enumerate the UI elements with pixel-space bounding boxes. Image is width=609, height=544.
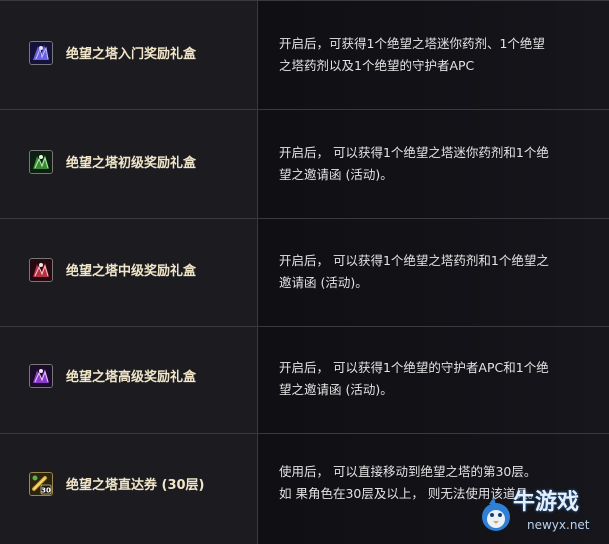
table-row: 绝望之塔入门奖励礼盒 开启后，可获得1个绝望之塔迷你药剂、1个绝望 之塔药剂以及… — [0, 1, 609, 110]
table-row: 绝望之塔高级奖励礼盒 开启后， 可以获得1个绝望的守护者APC和1个绝 望之邀请… — [0, 327, 609, 434]
item-description: 开启后， 可以获得1个绝望之塔药剂和1个绝望之 邀请函 (活动)。 — [279, 250, 595, 294]
item-name: 绝望之塔初级奖励礼盒 — [66, 156, 197, 171]
description-line: 开启后，可获得1个绝望之塔迷你药剂、1个绝望 — [279, 36, 545, 51]
description-cell: 开启后， 可以获得1个绝望的守护者APC和1个绝 望之邀请函 (活动)。 — [258, 327, 609, 433]
item-name: 绝望之塔高级奖励礼盒 — [66, 370, 197, 385]
ticket-floor-label: 30 — [41, 487, 51, 495]
reward-table: 绝望之塔入门奖励礼盒 开启后，可获得1个绝望之塔迷你药剂、1个绝望 之塔药剂以及… — [0, 0, 609, 544]
item-cell: 30 绝望之塔直达券 (30层) — [0, 434, 258, 544]
description-line: 开启后， 可以获得1个绝望之塔迷你药剂和1个绝 — [279, 145, 549, 160]
site-watermark: 牛游戏 newyx.net — [479, 489, 603, 539]
violet-gift-box-icon — [29, 364, 53, 388]
watermark-title: 牛游戏 — [513, 490, 580, 515]
description-cell: 开启后， 可以获得1个绝望之塔药剂和1个绝望之 邀请函 (活动)。 — [258, 219, 609, 326]
description-line: 开启后， 可以获得1个绝望之塔药剂和1个绝望之 — [279, 253, 549, 268]
item-name: 绝望之塔入门奖励礼盒 — [66, 47, 197, 62]
item-description: 开启后，可获得1个绝望之塔迷你药剂、1个绝望 之塔药剂以及1个绝望的守护者APC — [279, 33, 595, 77]
item-cell: 绝望之塔中级奖励礼盒 — [0, 219, 258, 326]
description-line: 之塔药剂以及1个绝望的守护者APC — [279, 58, 475, 73]
item-description: 开启后， 可以获得1个绝望之塔迷你药剂和1个绝 望之邀请函 (活动)。 — [279, 142, 595, 186]
description-line: 望之邀请函 (活动)。 — [279, 167, 393, 182]
green-gift-box-icon — [29, 150, 53, 174]
item-cell: 绝望之塔高级奖励礼盒 — [0, 327, 258, 433]
floor-ticket-30-icon: 30 — [29, 472, 53, 496]
description-line: 邀请函 (活动)。 — [279, 275, 368, 290]
red-gift-box-icon — [29, 258, 53, 282]
watermark-url: newyx.net — [527, 518, 590, 532]
item-name: 绝望之塔直达券 (30层) — [66, 478, 205, 493]
description-cell: 开启后，可获得1个绝望之塔迷你药剂、1个绝望 之塔药剂以及1个绝望的守护者APC — [258, 1, 609, 109]
description-line: 望之邀请函 (活动)。 — [279, 382, 393, 397]
table-row: 绝望之塔初级奖励礼盒 开启后， 可以获得1个绝望之塔迷你药剂和1个绝 望之邀请函… — [0, 110, 609, 219]
purple-gift-box-icon — [29, 41, 53, 65]
description-line: 使用后， 可以直接移动到绝望之塔的第30层。 — [279, 464, 537, 479]
item-cell: 绝望之塔入门奖励礼盒 — [0, 1, 258, 109]
item-description: 开启后， 可以获得1个绝望的守护者APC和1个绝 望之邀请函 (活动)。 — [279, 357, 595, 401]
description-cell: 开启后， 可以获得1个绝望之塔迷你药剂和1个绝 望之邀请函 (活动)。 — [258, 110, 609, 218]
description-line: 开启后， 可以获得1个绝望的守护者APC和1个绝 — [279, 360, 549, 375]
item-cell: 绝望之塔初级奖励礼盒 — [0, 110, 258, 218]
table-row: 绝望之塔中级奖励礼盒 开启后， 可以获得1个绝望之塔药剂和1个绝望之 邀请函 (… — [0, 219, 609, 327]
item-name: 绝望之塔中级奖励礼盒 — [66, 264, 197, 279]
bird-logo-icon — [482, 497, 510, 531]
